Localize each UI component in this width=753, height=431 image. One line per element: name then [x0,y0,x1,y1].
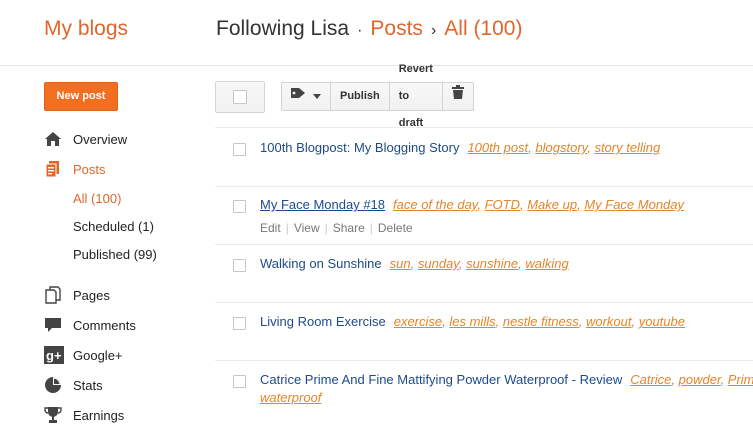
post-labels: exercise, les mills, nestle fitness, wor… [393,314,685,329]
post-label[interactable]: sun [390,256,411,271]
post-line: 100th Blogpost: My Blogging Story 100th p… [260,140,660,155]
chevron-down-icon [313,83,321,110]
sidebar-item-overview[interactable]: Overview [44,124,214,154]
select-all-button[interactable] [215,81,265,113]
new-post-button[interactable]: New post [44,82,118,111]
post-label[interactable]: nestle fitness [503,314,579,329]
sidebar-item-comments[interactable]: Comments [44,310,214,340]
post-line: Catrice Prime And Fine Mattifying Powder… [260,372,753,387]
sidebar-item-label: Posts [73,161,106,177]
post-label[interactable]: exercise [394,314,442,329]
post-title[interactable]: Walking on Sunshine [260,256,382,271]
post-checkbox[interactable] [233,375,246,388]
post-label[interactable]: sunshine [466,256,518,271]
post-checkbox[interactable] [233,259,246,272]
stats-icon [44,376,62,394]
sidebar-item-label: Stats [73,377,103,393]
breadcrumb-dot: · [357,22,363,39]
sidebar-item-stats[interactable]: Stats [44,370,214,400]
post-label[interactable]: youtube [639,314,685,329]
post-label[interactable]: My Face Monday [584,197,684,212]
post-title[interactable]: Catrice Prime And Fine Mattifying Powder… [260,372,622,387]
sidebar-item-label: Overview [73,131,128,147]
home-icon [44,130,62,148]
post-label[interactable]: blogstory [535,140,587,155]
sidebar-nav: Overview Posts All (100) Scheduled (1) P… [44,124,214,430]
label-button[interactable] [282,83,331,110]
sidebar-item-label: Pages [73,287,110,303]
post-line: Walking on Sunshine sun, sunday, sunshine… [260,256,569,271]
edit-link[interactable]: Edit [260,221,281,235]
sidebar-item-pages[interactable]: Pages [44,280,214,310]
select-all-checkbox[interactable] [233,90,247,104]
post-title[interactable]: My Face Monday #18 [260,197,385,212]
post-line: My Face Monday #18 face of the day, FOTD,… [260,197,684,212]
post-row: My Face Monday #18 face of the day, FOTD,… [215,186,753,244]
post-labels: sun, sunday, sunshine, walking [389,256,569,271]
post-title[interactable]: Living Room Exercise [260,314,386,329]
revert-to-draft-button[interactable]: Revert to draft [390,63,443,129]
share-link[interactable]: Share [333,221,365,235]
sidebar-item-google-plus[interactable]: g+ Google+ [44,340,214,370]
publish-button[interactable]: Publish [331,83,390,110]
post-label[interactable]: sunday [418,256,459,271]
my-blogs-link[interactable]: My blogs [44,17,128,41]
sidebar-item-label: Earnings [73,407,125,423]
post-checkbox[interactable] [233,200,246,213]
post-actions: Edit | View | Share | Delete [260,221,413,235]
tag-icon [291,83,307,110]
sidebar-item-earnings[interactable]: Earnings [44,400,214,430]
sidebar-sub-scheduled[interactable]: Scheduled (1) [44,212,214,240]
post-label[interactable]: waterproof [260,390,321,405]
action-button-group: Publish Revert to draft [281,63,474,129]
breadcrumb: Following Lisa · Posts › All (100) [216,17,522,41]
sidebar-sub-all[interactable]: All (100) [44,184,214,212]
pages-icon [44,286,62,304]
earnings-icon [44,406,62,424]
sidebar-sub-published[interactable]: Published (99) [44,240,214,268]
top-bar: My blogs Following Lisa · Posts › All (100) [0,0,753,66]
post-label[interactable]: les mills [449,314,495,329]
post-label[interactable]: Catrice [630,372,671,387]
breadcrumb-separator: › [430,22,437,39]
post-label[interactable]: workout [586,314,632,329]
post-labels: Catrice, powder, Prim [630,372,753,387]
blog-name[interactable]: Following Lisa [216,17,349,40]
post-label[interactable]: FOTD [485,197,520,212]
post-checkbox[interactable] [233,143,246,156]
post-label[interactable]: story telling [594,140,660,155]
post-label[interactable]: Prim [728,372,753,387]
post-label[interactable]: 100th post [467,140,528,155]
breadcrumb-all[interactable]: All (100) [444,17,522,40]
sidebar-item-label: Google+ [73,347,123,363]
delete-link[interactable]: Delete [378,221,413,235]
post-label[interactable]: Make up [527,197,577,212]
post-label[interactable]: powder [679,372,721,387]
google-plus-icon: g+ [44,346,64,364]
post-row: 100th Blogpost: My Blogging Story 100th p… [215,127,753,186]
post-checkbox[interactable] [233,317,246,330]
posts-list: 100th Blogpost: My Blogging Story 100th p… [215,127,753,431]
sidebar-item-posts[interactable]: Posts [44,154,214,184]
post-row: Living Room Exercise exercise, les mills,… [215,302,753,360]
post-label[interactable]: walking [525,256,568,271]
delete-button[interactable] [443,83,473,110]
post-row: Walking on Sunshine sun, sunday, sunshine… [215,244,753,302]
post-title[interactable]: 100th Blogpost: My Blogging Story [260,140,459,155]
post-line: Living Room Exercise exercise, les mills,… [260,314,685,329]
comments-icon [44,316,62,334]
post-row: Catrice Prime And Fine Mattifying Powder… [215,360,753,431]
posts-icon [44,160,62,178]
post-labels: face of the day, FOTD, Make up, My Face … [393,197,685,212]
sidebar-item-label: Comments [73,317,136,333]
post-labels: 100th post, blogstory, story telling [467,140,661,155]
post-label[interactable]: face of the day [393,197,477,212]
view-link[interactable]: View [294,221,320,235]
trash-icon [451,83,464,110]
svg-text:g+: g+ [46,348,62,363]
breadcrumb-posts[interactable]: Posts [370,17,423,40]
